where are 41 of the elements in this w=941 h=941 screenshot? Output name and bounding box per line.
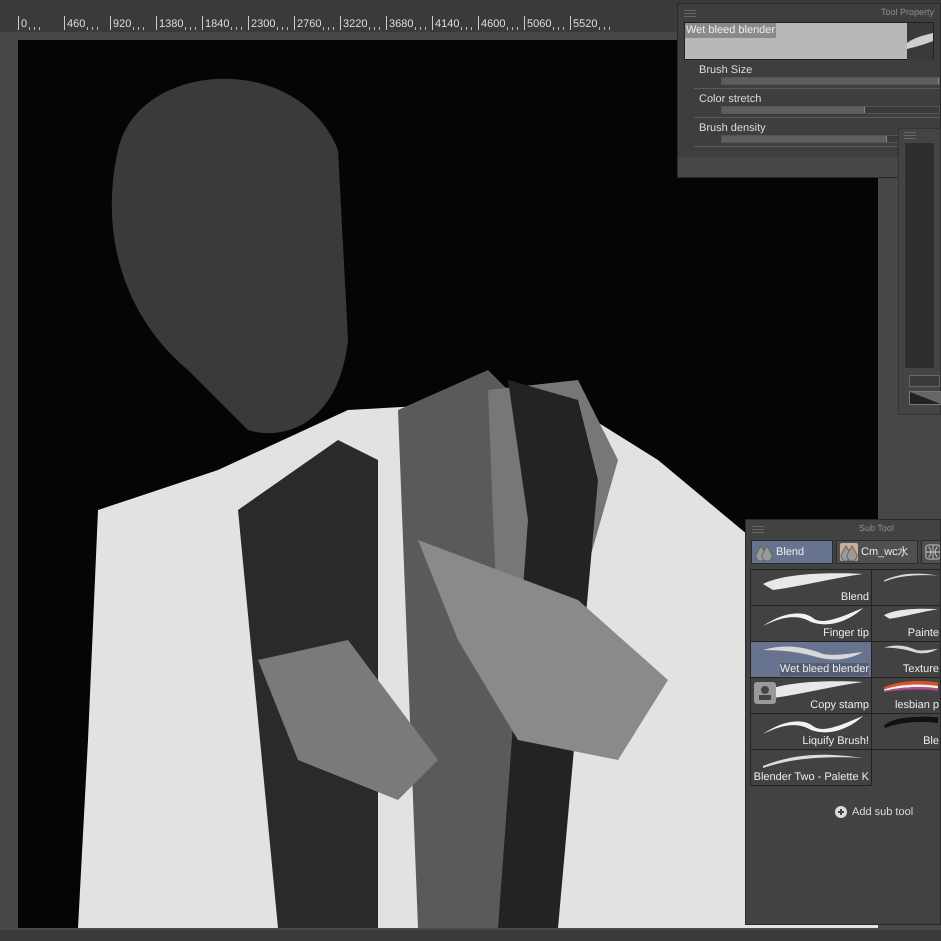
- sub-tool-item[interactable]: Finger tip: [751, 606, 872, 642]
- sub-tool-label: Painte: [908, 627, 939, 640]
- sub-tool-item[interactable]: Blend: [751, 570, 872, 606]
- sub-tool-label: Copy stamp: [810, 699, 869, 712]
- ruler-label: 3680: [389, 19, 414, 30]
- ruler-label: 1840: [205, 19, 230, 30]
- sub-tool-item[interactable]: lesbian p: [872, 678, 940, 714]
- ruler-label: 4140: [435, 19, 460, 30]
- ruler-label: 0: [21, 19, 28, 30]
- sub-tool-tab[interactable]: Cm_wc水: [836, 540, 918, 564]
- ruler-label: 920: [113, 19, 132, 30]
- ruler-label: 4600: [481, 19, 506, 30]
- add-sub-tool-button[interactable]: Add sub tool: [835, 804, 914, 820]
- sub-tool-label: Texture: [902, 663, 939, 676]
- sub-tool-item[interactable]: Liquify Brush!: [751, 714, 872, 750]
- ruler-label: 5060: [527, 19, 552, 30]
- tool-name: Wet bleed blender: [685, 23, 776, 38]
- sub-tool-label: Ble: [923, 735, 939, 748]
- sub-tool-item[interactable]: Copy stamp: [751, 678, 872, 714]
- setting-label: Color stretch: [699, 92, 762, 106]
- sub-tool-label: Wet bleed blender: [780, 663, 869, 676]
- panel-title: Sub Tool: [859, 522, 894, 536]
- sub-tool-label: lesbian p: [894, 699, 939, 712]
- ruler-label: 1380: [159, 19, 184, 30]
- ruler-label: 3220: [343, 19, 368, 30]
- setting-label: Brush density: [699, 121, 767, 135]
- setting-label: Brush Size: [699, 63, 754, 77]
- ruler-label: 5520: [573, 19, 598, 30]
- panel-title: Tool Property: [880, 6, 934, 20]
- sub-tool-item[interactable]: Wet bleed blender: [751, 642, 872, 678]
- sub-tool-label: Liquify Brush!: [802, 735, 869, 748]
- sub-tool-label: Blend: [840, 591, 869, 604]
- sub-tool-item[interactable]: Blender Two - Palette K: [751, 750, 872, 786]
- sub-tool-label: Blender Two - Palette K: [754, 771, 869, 784]
- ruler-label: 460: [67, 19, 86, 30]
- sub-tool-item[interactable]: Painte: [872, 606, 940, 642]
- ruler-label: 2760: [297, 19, 322, 30]
- sub-tool-item[interactable]: Ble: [872, 714, 940, 750]
- ruler-label: 2300: [251, 19, 276, 30]
- sub-tool-tab[interactable]: Blend: [751, 540, 833, 564]
- sub-tool-label: Finger tip: [823, 627, 869, 640]
